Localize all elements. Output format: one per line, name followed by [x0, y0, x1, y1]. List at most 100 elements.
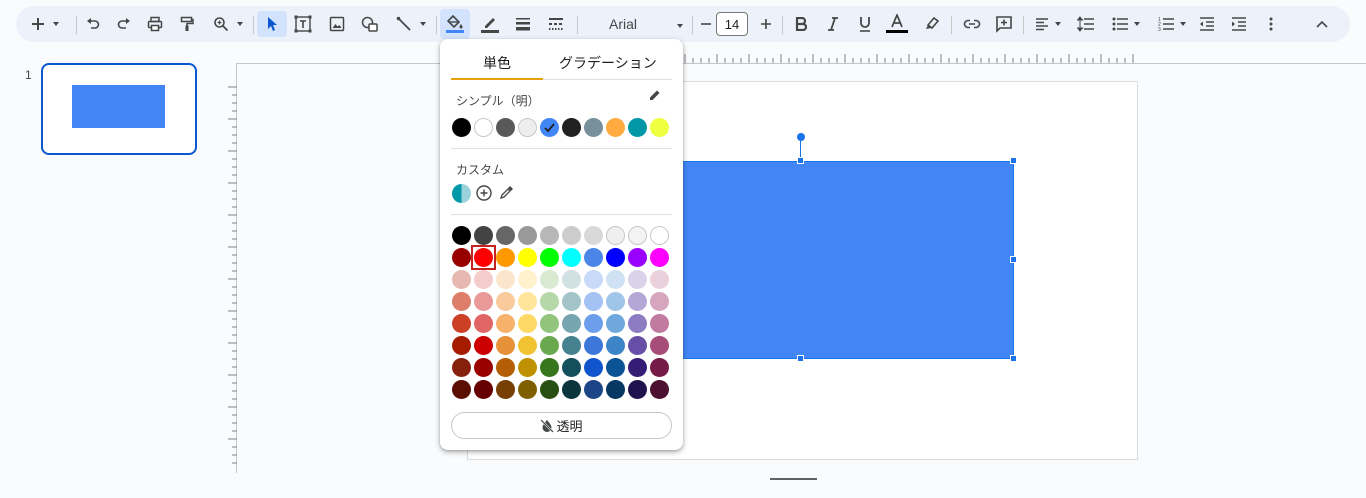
- grid-color-swatch[interactable]: [628, 358, 647, 377]
- grid-color-swatch[interactable]: [628, 270, 647, 289]
- increase-indent-button[interactable]: [1228, 11, 1250, 37]
- new-slide-button[interactable]: [28, 11, 64, 37]
- grid-color-swatch[interactable]: [628, 226, 647, 245]
- grid-color-swatch[interactable]: [562, 226, 581, 245]
- grid-color-swatch[interactable]: [562, 358, 581, 377]
- underline-button[interactable]: [854, 11, 876, 37]
- border-weight-button[interactable]: [511, 11, 535, 37]
- grid-color-swatch[interactable]: [496, 336, 515, 355]
- grid-color-swatch[interactable]: [540, 314, 559, 333]
- insert-comment-button[interactable]: [992, 11, 1016, 37]
- add-custom-color-icon[interactable]: [476, 185, 492, 201]
- grid-color-swatch[interactable]: [474, 358, 493, 377]
- custom-color-swatch[interactable]: [452, 184, 471, 203]
- zoom-button[interactable]: [209, 11, 249, 37]
- grid-color-swatch[interactable]: [628, 248, 647, 267]
- grid-color-swatch[interactable]: [496, 358, 515, 377]
- grid-color-swatch[interactable]: [584, 380, 603, 399]
- simple-color-swatch[interactable]: [606, 118, 625, 137]
- grid-color-swatch[interactable]: [496, 314, 515, 333]
- bulleted-list-button[interactable]: [1106, 11, 1148, 37]
- grid-color-swatch[interactable]: [650, 226, 669, 245]
- select-tool-button[interactable]: [257, 11, 287, 37]
- shape-button[interactable]: [358, 11, 382, 37]
- grid-color-swatch[interactable]: [606, 270, 625, 289]
- font-size-field[interactable]: 14: [716, 12, 748, 36]
- grid-color-swatch[interactable]: [628, 292, 647, 311]
- numbered-list-button[interactable]: 123: [1152, 11, 1194, 37]
- grid-color-swatch[interactable]: [518, 314, 537, 333]
- font-family-select[interactable]: Arial: [609, 11, 689, 37]
- line-button[interactable]: [392, 11, 432, 37]
- border-color-button[interactable]: [478, 11, 502, 37]
- grid-color-swatch[interactable]: [540, 358, 559, 377]
- grid-color-swatch[interactable]: [584, 226, 603, 245]
- selected-rectangle-shape[interactable]: [679, 161, 1014, 359]
- text-box-button[interactable]: [291, 11, 315, 37]
- simple-color-swatch[interactable]: [628, 118, 647, 137]
- grid-color-swatch[interactable]: [628, 380, 647, 399]
- grid-color-swatch[interactable]: [540, 248, 559, 267]
- grid-color-swatch[interactable]: [474, 336, 493, 355]
- grid-color-swatch[interactable]: [562, 314, 581, 333]
- resize-handle-bottom[interactable]: [797, 355, 804, 362]
- bold-button[interactable]: [790, 11, 812, 37]
- grid-color-swatch[interactable]: [606, 314, 625, 333]
- grid-color-swatch[interactable]: [452, 226, 471, 245]
- grid-color-swatch[interactable]: [496, 292, 515, 311]
- grid-color-swatch[interactable]: [584, 358, 603, 377]
- grid-color-swatch[interactable]: [606, 380, 625, 399]
- simple-color-swatch[interactable]: [562, 118, 581, 137]
- grid-color-swatch[interactable]: [650, 248, 669, 267]
- italic-button[interactable]: [822, 11, 844, 37]
- grid-color-swatch[interactable]: [650, 380, 669, 399]
- edit-palette-icon[interactable]: [648, 88, 662, 102]
- grid-color-swatch[interactable]: [496, 226, 515, 245]
- grid-color-swatch[interactable]: [650, 292, 669, 311]
- rotation-handle[interactable]: [797, 133, 805, 141]
- line-spacing-button[interactable]: [1074, 11, 1098, 37]
- slide-thumbnail[interactable]: [41, 63, 197, 155]
- grid-color-swatch[interactable]: [584, 270, 603, 289]
- resize-handle-top-right[interactable]: [1010, 157, 1017, 164]
- grid-color-swatch[interactable]: [518, 358, 537, 377]
- grid-color-swatch[interactable]: [518, 270, 537, 289]
- grid-color-swatch[interactable]: [518, 226, 537, 245]
- grid-color-swatch[interactable]: [518, 292, 537, 311]
- insert-image-button[interactable]: [325, 11, 349, 37]
- grid-color-swatch[interactable]: [606, 358, 625, 377]
- grid-color-swatch[interactable]: [540, 336, 559, 355]
- grid-color-swatch[interactable]: [474, 314, 493, 333]
- grid-color-swatch[interactable]: [452, 358, 471, 377]
- grid-color-swatch[interactable]: [606, 292, 625, 311]
- insert-link-button[interactable]: [960, 11, 984, 37]
- decrease-font-size-button[interactable]: [696, 11, 716, 37]
- grid-color-swatch[interactable]: [452, 270, 471, 289]
- grid-color-swatch[interactable]: [540, 292, 559, 311]
- align-button[interactable]: [1029, 11, 1069, 37]
- grid-color-swatch[interactable]: [474, 292, 493, 311]
- tab-gradient[interactable]: グラデーション: [559, 53, 657, 73]
- collapse-menus-button[interactable]: [1311, 11, 1333, 37]
- grid-color-swatch[interactable]: [452, 380, 471, 399]
- more-options-button[interactable]: [1260, 11, 1282, 37]
- grid-color-swatch[interactable]: [606, 336, 625, 355]
- simple-color-swatch[interactable]: [584, 118, 603, 137]
- simple-color-swatch[interactable]: [540, 118, 559, 137]
- grid-color-swatch[interactable]: [628, 314, 647, 333]
- transparent-button[interactable]: 透明: [451, 412, 672, 439]
- simple-color-swatch[interactable]: [496, 118, 515, 137]
- grid-color-swatch[interactable]: [562, 248, 581, 267]
- grid-color-swatch[interactable]: [518, 380, 537, 399]
- grid-color-swatch[interactable]: [562, 380, 581, 399]
- grid-color-swatch[interactable]: [628, 336, 647, 355]
- grid-color-swatch[interactable]: [474, 380, 493, 399]
- grid-color-swatch[interactable]: [562, 292, 581, 311]
- grid-color-swatch[interactable]: [474, 270, 493, 289]
- simple-color-swatch[interactable]: [474, 118, 493, 137]
- paint-format-button[interactable]: [176, 11, 198, 37]
- text-color-button[interactable]: [884, 11, 910, 37]
- grid-color-swatch[interactable]: [650, 270, 669, 289]
- resize-handle-bottom-right[interactable]: [1010, 355, 1017, 362]
- print-button[interactable]: [144, 11, 166, 37]
